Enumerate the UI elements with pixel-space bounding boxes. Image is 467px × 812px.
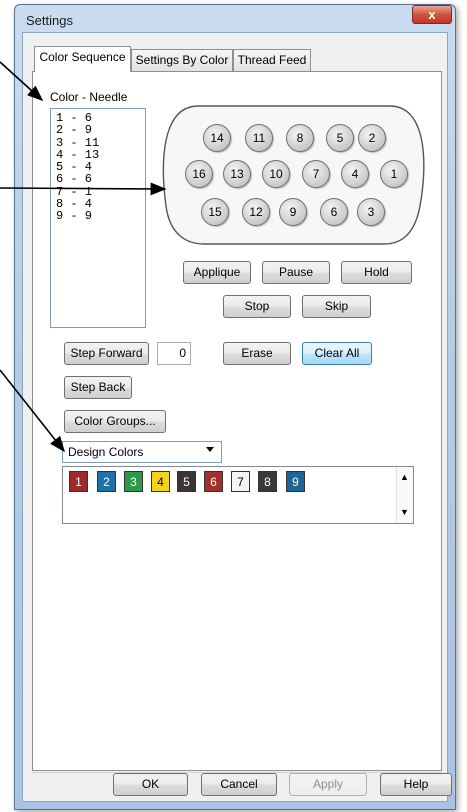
- callout-arrow: [0, 369, 65, 453]
- tab-color-sequence[interactable]: Color Sequence: [34, 46, 131, 72]
- callout-arrow: [0, 182, 167, 196]
- callout-arrows: [0, 61, 167, 453]
